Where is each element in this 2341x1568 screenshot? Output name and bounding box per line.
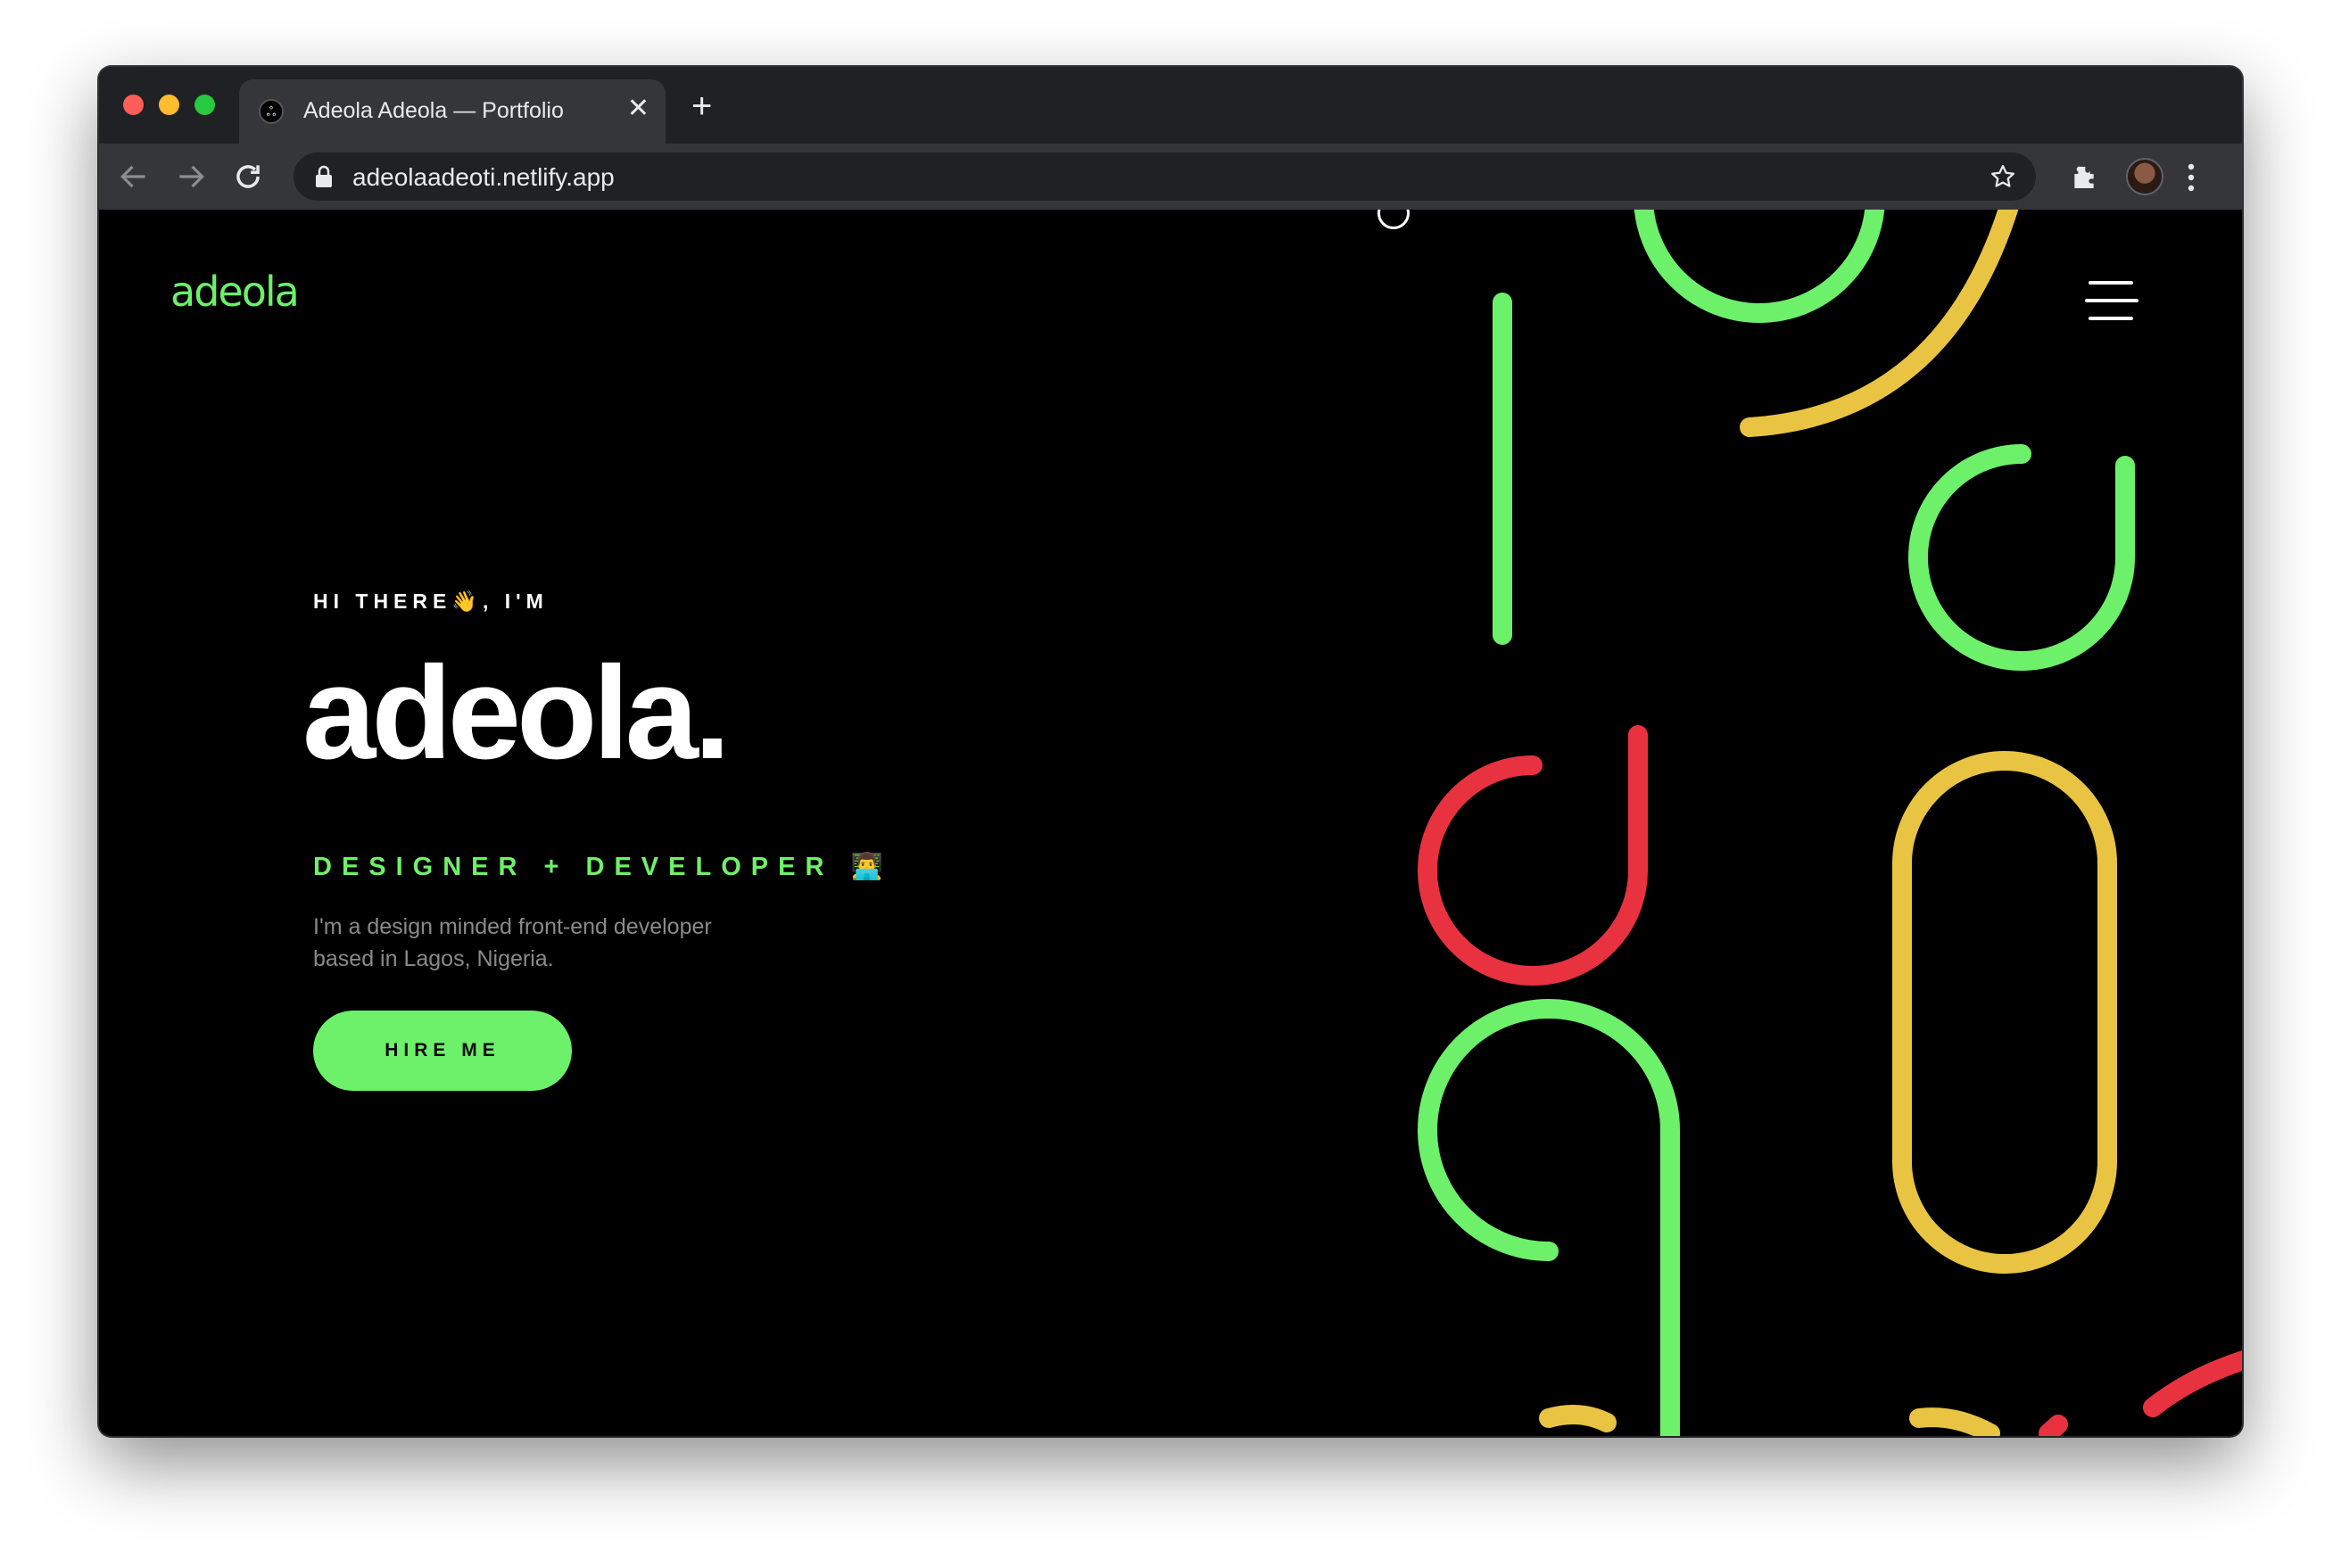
- shape-red-corner-arc: [2143, 1350, 2242, 1417]
- puzzle-extension-icon[interactable]: [2070, 163, 2098, 192]
- lock-icon: [316, 165, 332, 187]
- shape-green-top-arc: [1634, 210, 1885, 323]
- browser-toolbar: adeolaadeoti.netlify.app: [99, 144, 2242, 210]
- browser-titlebar: ஃ Adeola Adeola — Portfolio ✕ +: [99, 67, 2242, 144]
- decorative-letter-shapes: [1418, 210, 2242, 1436]
- page-viewport: adeola HI THERE👋, I'M adeola. DESIGNER +…: [99, 210, 2242, 1436]
- browser-tab-active[interactable]: ஃ Adeola Adeola — Portfolio ✕: [239, 79, 666, 144]
- address-url[interactable]: adeolaadeoti.netlify.app: [352, 163, 615, 192]
- site-favicon-icon: ஃ: [259, 99, 284, 124]
- shape-green-right-d: [1908, 444, 2135, 671]
- svg-text:adeola: adeola: [170, 270, 298, 315]
- hero-role: DESIGNER + DEVELOPER 👨‍💻: [313, 853, 893, 881]
- forward-arrow-icon[interactable]: [174, 160, 208, 194]
- minimize-window-button[interactable]: [159, 95, 179, 115]
- shape-yellow-bottom-left: [1539, 1405, 1617, 1432]
- tab-close-icon[interactable]: ✕: [627, 95, 649, 122]
- hero-name: adeola.: [302, 640, 731, 787]
- site-logo[interactable]: adeola: [170, 270, 309, 315]
- address-bar[interactable]: adeolaadeoti.netlify.app: [294, 153, 2036, 201]
- back-arrow-icon[interactable]: [117, 160, 151, 194]
- zoom-window-button[interactable]: [194, 95, 215, 115]
- shape-yellow-oval: [1892, 751, 2117, 1274]
- hero-intro: I'm a design minded front-end developer …: [313, 914, 712, 971]
- hire-me-button[interactable]: HIRE ME: [313, 1011, 572, 1091]
- browser-window: ஃ Adeola Adeola — Portfolio ✕ + adeolaad…: [99, 67, 2242, 1436]
- hamburger-menu-icon[interactable]: [2085, 281, 2138, 326]
- reload-icon[interactable]: [231, 160, 265, 194]
- hero-greeting: HI THERE👋, I'M: [313, 590, 549, 613]
- more-vert-icon[interactable]: [2187, 160, 2196, 195]
- new-tab-button[interactable]: +: [691, 88, 712, 124]
- tab-title: Adeola Adeola — Portfolio: [303, 98, 564, 123]
- star-icon[interactable]: [1989, 163, 2016, 190]
- shape-green-a: [1418, 999, 1680, 1436]
- profile-avatar[interactable]: [2126, 158, 2163, 195]
- shape-red-d: [1418, 725, 1648, 986]
- shape-yellow-bottom-mid: [1909, 1407, 2000, 1436]
- shape-red-bottom-dot: [2039, 1415, 2068, 1436]
- close-window-button[interactable]: [123, 95, 144, 115]
